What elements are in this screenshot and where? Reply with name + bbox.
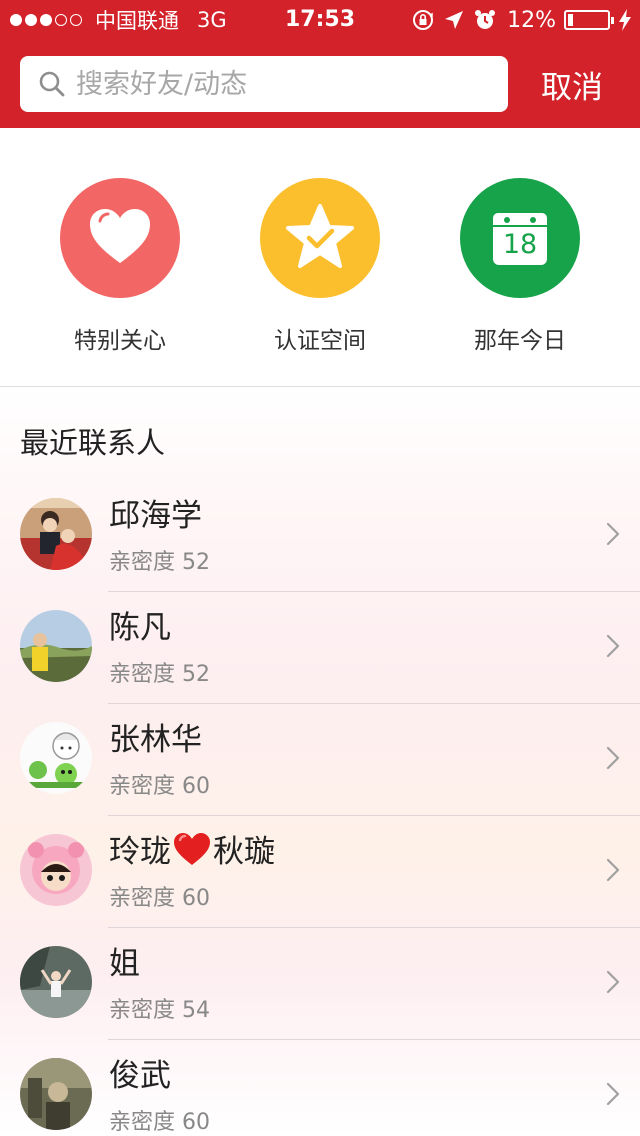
cancel-button[interactable]: 取消: [520, 56, 624, 112]
verified-space-button[interactable]: 认证空间: [240, 178, 400, 358]
avatar: [20, 498, 92, 570]
intimacy-score: 亲密度 60: [109, 1110, 210, 1135]
avatar: [20, 946, 92, 1018]
section-title: 最近联系人: [20, 426, 166, 460]
calendar-day: 18: [502, 229, 538, 260]
search-box[interactable]: [20, 56, 508, 112]
top-bar: 中国联通 3G 17:53 12% 搜索好友/动态 取消: [0, 0, 640, 128]
contact-row[interactable]: 玲珑 秋璇 亲密度 60: [0, 816, 640, 928]
contact-name: 姐: [109, 946, 140, 982]
battery-percentage: 12%: [507, 7, 556, 33]
special-care-circle: [60, 178, 180, 298]
intimacy-score: 亲密度 60: [109, 774, 210, 799]
star-check-icon: [285, 203, 355, 273]
search-input[interactable]: [74, 64, 474, 104]
chevron-right-icon: [606, 634, 620, 658]
red-heart-emoji-icon: [173, 832, 211, 866]
contact-name-part: 玲珑: [109, 834, 171, 870]
contact-row[interactable]: 姐 亲密度 54: [0, 928, 640, 1040]
intimacy-score: 亲密度 54: [109, 998, 210, 1023]
bolt-icon: [618, 8, 632, 32]
avatar: [20, 1058, 92, 1130]
avatar: [20, 722, 92, 794]
on-this-day-button[interactable]: 18 那年今日: [440, 178, 600, 358]
recent-contacts-section: 最近联系人 邱海学 亲密度 52 陈凡 亲密度 52 张林华 亲密度 60 玲珑…: [0, 388, 640, 1136]
feature-shortcuts: 特别关心 认证空间 18 那年今日: [0, 128, 640, 387]
chevron-right-icon: [606, 970, 620, 994]
contact-name: 玲珑 秋璇: [109, 826, 275, 871]
feature-label: 认证空间: [274, 328, 366, 354]
orientation-lock-icon: [411, 8, 435, 32]
contact-name: 俊武: [109, 1058, 171, 1094]
alarm-icon: [473, 8, 497, 32]
battery-icon: [564, 10, 614, 30]
special-care-button[interactable]: 特别关心: [40, 178, 200, 358]
feature-label: 特别关心: [74, 328, 166, 354]
contact-row[interactable]: 俊武 亲密度 60: [0, 1040, 640, 1136]
chevron-right-icon: [606, 522, 620, 546]
search-icon: [38, 70, 66, 98]
status-bar: 中国联通 3G 17:53 12%: [0, 0, 640, 40]
contact-name-part: 秋璇: [213, 834, 275, 870]
verified-space-circle: [260, 178, 380, 298]
on-this-day-circle: 18: [460, 178, 580, 298]
feature-label: 那年今日: [474, 328, 566, 354]
contact-row[interactable]: 张林华 亲密度 60: [0, 704, 640, 816]
contact-row[interactable]: 邱海学 亲密度 52: [0, 480, 640, 592]
intimacy-score: 亲密度 52: [109, 550, 210, 575]
chevron-right-icon: [606, 1082, 620, 1106]
heart-icon: [88, 207, 152, 269]
chevron-right-icon: [606, 858, 620, 882]
location-arrow-icon: [443, 9, 465, 31]
chevron-right-icon: [606, 746, 620, 770]
contact-name: 邱海学: [109, 498, 202, 534]
contact-name: 陈凡: [109, 610, 171, 646]
intimacy-score: 亲密度 52: [109, 662, 210, 687]
contact-row[interactable]: 陈凡 亲密度 52: [0, 592, 640, 704]
calendar-icon: 18: [492, 210, 548, 266]
avatar: [20, 610, 92, 682]
intimacy-score: 亲密度 60: [109, 886, 210, 911]
contact-name: 张林华: [109, 722, 202, 758]
avatar: [20, 834, 92, 906]
